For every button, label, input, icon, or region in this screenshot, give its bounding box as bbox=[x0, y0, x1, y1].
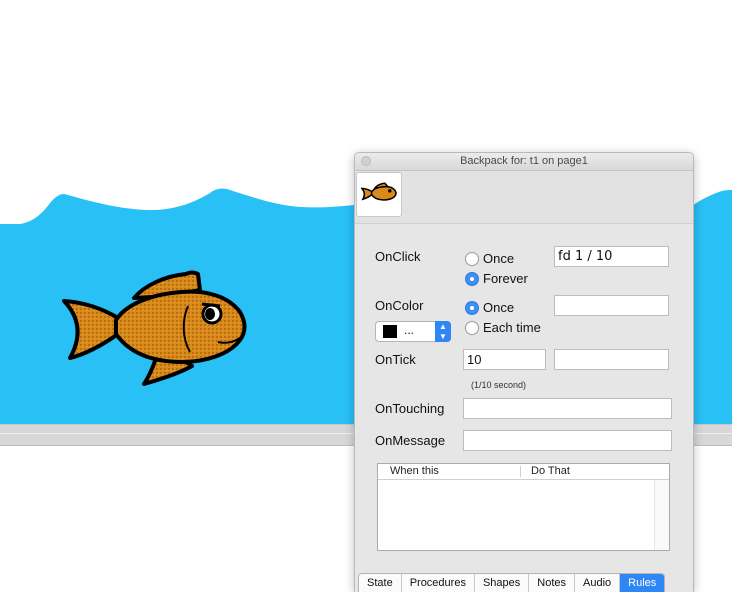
oncolor-command-field[interactable] bbox=[554, 295, 669, 316]
onclick-once-label: Once bbox=[483, 251, 515, 266]
tab-notes[interactable]: Notes bbox=[529, 574, 576, 592]
onclick-forever-label: Forever bbox=[483, 271, 528, 286]
onclick-command-field[interactable]: fd 1 / 10 bbox=[554, 246, 669, 267]
oncolor-eachtime-label: Each time bbox=[483, 320, 541, 335]
onclick-label: OnClick bbox=[375, 249, 421, 264]
tab-shapes[interactable]: Shapes bbox=[475, 574, 530, 592]
onmessage-field[interactable] bbox=[463, 430, 672, 451]
tab-rules[interactable]: Rules bbox=[620, 574, 665, 592]
onclick-once-radio[interactable] bbox=[465, 252, 479, 266]
color-popup-value: ... bbox=[404, 323, 415, 337]
tab-audio[interactable]: Audio bbox=[575, 574, 621, 592]
oncolor-eachtime-radio[interactable] bbox=[465, 321, 479, 335]
goldfish-icon bbox=[361, 182, 397, 201]
water-wave-right bbox=[692, 190, 732, 430]
backpack-window: Backpack for: t1 on page1 OnClick Once F… bbox=[354, 152, 694, 592]
tab-state[interactable]: State bbox=[359, 574, 402, 592]
goldfish-sprite[interactable] bbox=[60, 268, 250, 393]
color-swatch bbox=[383, 325, 397, 338]
tab-procedures[interactable]: Procedures bbox=[402, 574, 475, 592]
ontouching-field[interactable] bbox=[463, 398, 672, 419]
oncolor-label: OnColor bbox=[375, 298, 424, 313]
ontouching-label: OnTouching bbox=[375, 401, 445, 416]
column-do-that[interactable]: Do That bbox=[531, 465, 570, 477]
onmessage-label: OnMessage bbox=[375, 433, 446, 448]
rules-table-header: When this Do That bbox=[378, 464, 669, 480]
ontick-command-field[interactable] bbox=[554, 349, 669, 370]
oncolor-once-radio[interactable] bbox=[465, 301, 479, 315]
window-titlebar[interactable]: Backpack for: t1 on page1 bbox=[355, 153, 693, 171]
object-thumbnail[interactable] bbox=[356, 172, 402, 217]
column-when-this[interactable]: When this bbox=[390, 465, 439, 477]
thumbnail-bar bbox=[355, 171, 693, 224]
rules-table[interactable]: When this Do That bbox=[377, 463, 670, 551]
chevron-updown-icon: ▲ ▼ bbox=[435, 321, 451, 342]
oncolor-once-label: Once bbox=[483, 300, 515, 315]
ontick-label: OnTick bbox=[375, 352, 416, 367]
backpack-tabs: State Procedures Shapes Notes Audio Rule… bbox=[358, 573, 666, 592]
ontick-interval-field[interactable]: 10 bbox=[463, 349, 546, 370]
ontick-unit-note: (1/10 second) bbox=[471, 380, 527, 390]
onclick-forever-radio[interactable] bbox=[465, 272, 479, 286]
rules-table-scrollbar[interactable] bbox=[654, 480, 669, 550]
color-popup[interactable]: ... ▲ ▼ bbox=[375, 321, 451, 342]
window-title: Backpack for: t1 on page1 bbox=[460, 155, 588, 167]
